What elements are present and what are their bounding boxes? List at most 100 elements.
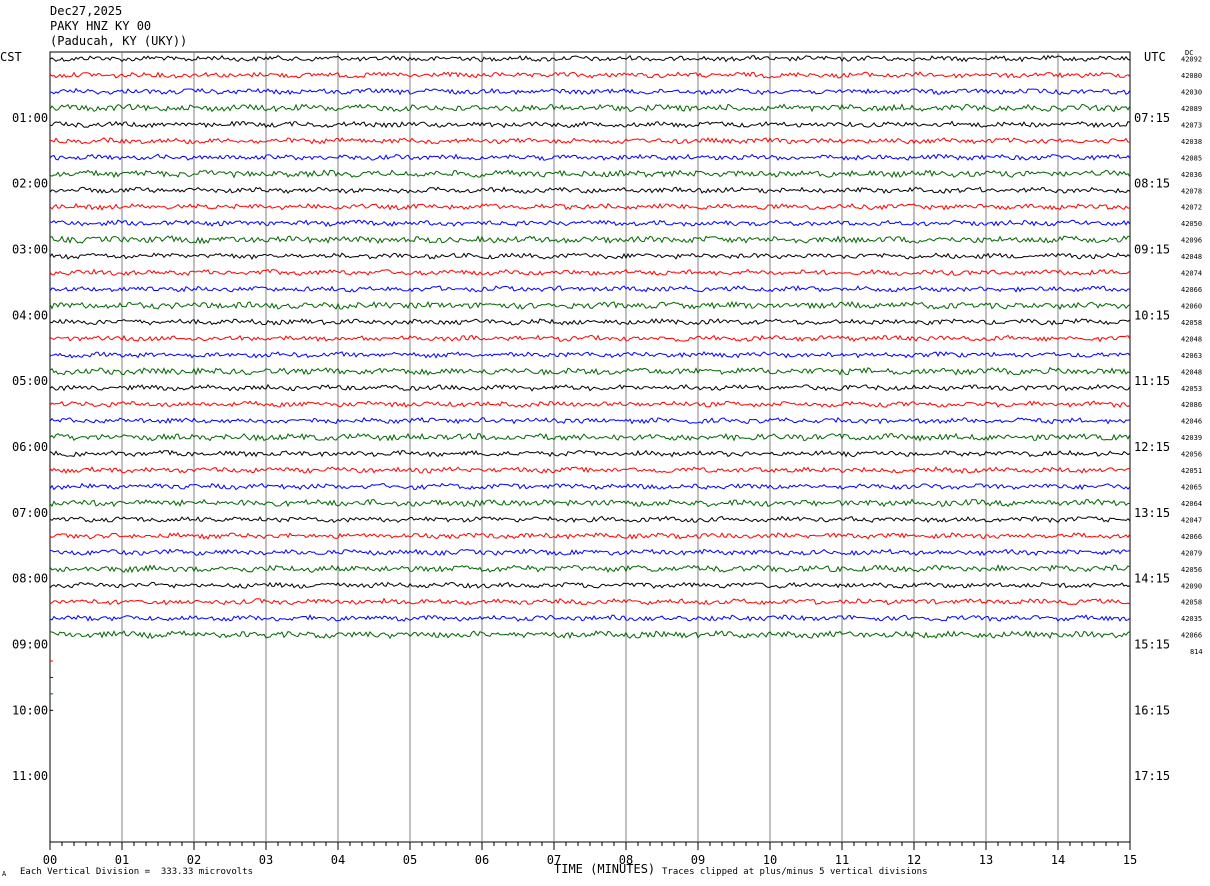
dc-offset-label: 42039 (1181, 434, 1202, 442)
x-axis-title: TIME (MINUTES) (554, 862, 656, 876)
dc-offset-label: 42090 (1181, 582, 1202, 590)
seismic-trace (49, 498, 1131, 508)
right-hour-label: 13:15 (1134, 506, 1170, 520)
dc-offset-label: 42089 (1181, 105, 1202, 113)
dc-offset-label: 42058 (1181, 599, 1202, 607)
seismic-trace (49, 252, 1131, 261)
seismic-trace (49, 532, 1131, 540)
dc-offset-label: 42086 (1181, 401, 1202, 409)
seismic-trace (49, 630, 1131, 640)
left-hour-label: 08:00 (12, 572, 48, 586)
x-tick-label: 10 (763, 853, 777, 867)
seismic-trace (49, 54, 1131, 63)
seismic-trace (49, 318, 1131, 326)
x-tick-label: 05 (403, 853, 417, 867)
right-hour-label: 17:15 (1134, 769, 1170, 783)
seismic-trace (49, 564, 1131, 574)
dc-offset-label: 42073 (1181, 121, 1202, 129)
seismic-trace (49, 416, 1131, 425)
seismic-trace (49, 202, 1131, 211)
right-hour-label: 16:15 (1134, 703, 1170, 717)
right-hour-label: 07:15 (1134, 111, 1170, 125)
corner-mark: A (2, 870, 7, 878)
right-hour-label: 15:15 (1134, 638, 1170, 652)
left-hour-label: 06:00 (12, 440, 48, 454)
dc-offset-label: 42074 (1181, 270, 1202, 278)
x-tick-label: 14 (1051, 853, 1065, 867)
dc-offset-label: 42056 (1181, 566, 1202, 574)
x-tick-label: 12 (907, 853, 921, 867)
seismic-trace (49, 383, 1131, 392)
dc-offset-label: 42079 (1181, 549, 1202, 557)
dc-offset-label: 42063 (1181, 352, 1202, 360)
dc-offset-label: 42048 (1181, 335, 1202, 343)
clip-note: Traces clipped at plus/minus 5 vertical … (662, 867, 928, 877)
dc-offset-label: 42048 (1181, 368, 1202, 376)
dc-offset-label: 42048 (1181, 253, 1202, 261)
dc-offset-label: 42078 (1181, 187, 1202, 195)
seismic-trace (49, 515, 1131, 524)
dc-offset-label: 42064 (1181, 500, 1202, 508)
seismic-trace (49, 614, 1131, 622)
seismic-trace (49, 103, 1131, 113)
right-hour-label: 11:15 (1134, 374, 1170, 388)
dc-offset-label: 42046 (1181, 418, 1202, 426)
seismic-trace (49, 334, 1131, 343)
dc-offset-label: 42092 (1181, 56, 1202, 64)
seismic-trace (49, 350, 1131, 359)
dc-offset-label: 42085 (1181, 154, 1202, 162)
dc-offset-label: 42056 (1181, 451, 1202, 459)
seismic-trace (49, 71, 1131, 79)
seismic-trace (49, 153, 1131, 161)
seismic-trace (49, 581, 1131, 589)
seismic-trace (49, 120, 1131, 129)
seismic-trace (49, 482, 1131, 491)
seismic-trace (49, 268, 1131, 277)
dc-offset-label: 814 (1190, 648, 1203, 656)
seismic-trace (49, 432, 1131, 442)
right-hour-label: 12:15 (1134, 440, 1170, 454)
left-hour-label: 01:00 (12, 111, 48, 125)
dc-offset-label: 42060 (1181, 302, 1202, 310)
seismic-trace (49, 284, 1131, 293)
dc-offset-label: 42066 (1181, 632, 1202, 640)
right-hour-label: 08:15 (1134, 177, 1170, 191)
scale-note: Each Vertical Division = 333.33 microvol… (20, 867, 253, 877)
x-tick-label: 06 (475, 853, 489, 867)
left-hour-label: 02:00 (12, 177, 48, 191)
seismic-trace (49, 186, 1131, 195)
seismic-trace (49, 300, 1131, 311)
seismic-trace (49, 235, 1131, 245)
x-tick-label: 09 (691, 853, 705, 867)
axis-label-group: 00 01 02 03 04 05 06 07 08 09 10 11 12 13 14 1542092420… (12, 56, 1203, 867)
seismic-trace (49, 597, 1131, 606)
seismic-trace (49, 449, 1131, 458)
seismic-trace (49, 366, 1131, 376)
left-hour-label: 03:00 (12, 243, 48, 257)
seismic-trace (49, 137, 1131, 145)
seismic-trace (49, 219, 1131, 228)
left-hour-label: 10:00 (12, 703, 48, 717)
dc-offset-label: 42038 (1181, 138, 1202, 146)
seismic-trace (49, 87, 1131, 96)
dc-offset-label: 42065 (1181, 484, 1202, 492)
seismic-trace (49, 548, 1131, 557)
dc-offset-label: 42030 (1181, 89, 1202, 97)
seismic-trace (49, 169, 1131, 179)
x-tick-label: 04 (331, 853, 345, 867)
trace-group (49, 54, 1131, 711)
left-hour-label: 05:00 (12, 374, 48, 388)
left-hour-label: 07:00 (12, 506, 48, 520)
dc-offset-label: 42096 (1181, 237, 1202, 245)
dc-offset-label: 42051 (1181, 467, 1202, 475)
right-hour-label: 10:15 (1134, 308, 1170, 322)
dc-offset-label: 42072 (1181, 204, 1202, 212)
dc-offset-label: 42047 (1181, 516, 1202, 524)
seismic-trace (49, 466, 1131, 475)
x-tick-label: 13 (979, 853, 993, 867)
x-tick-label: 02 (187, 853, 201, 867)
x-tick-label: 03 (259, 853, 273, 867)
dc-offset-label: 42050 (1181, 220, 1202, 228)
x-tick-label: 01 (115, 853, 129, 867)
left-hour-label: 04:00 (12, 308, 48, 322)
